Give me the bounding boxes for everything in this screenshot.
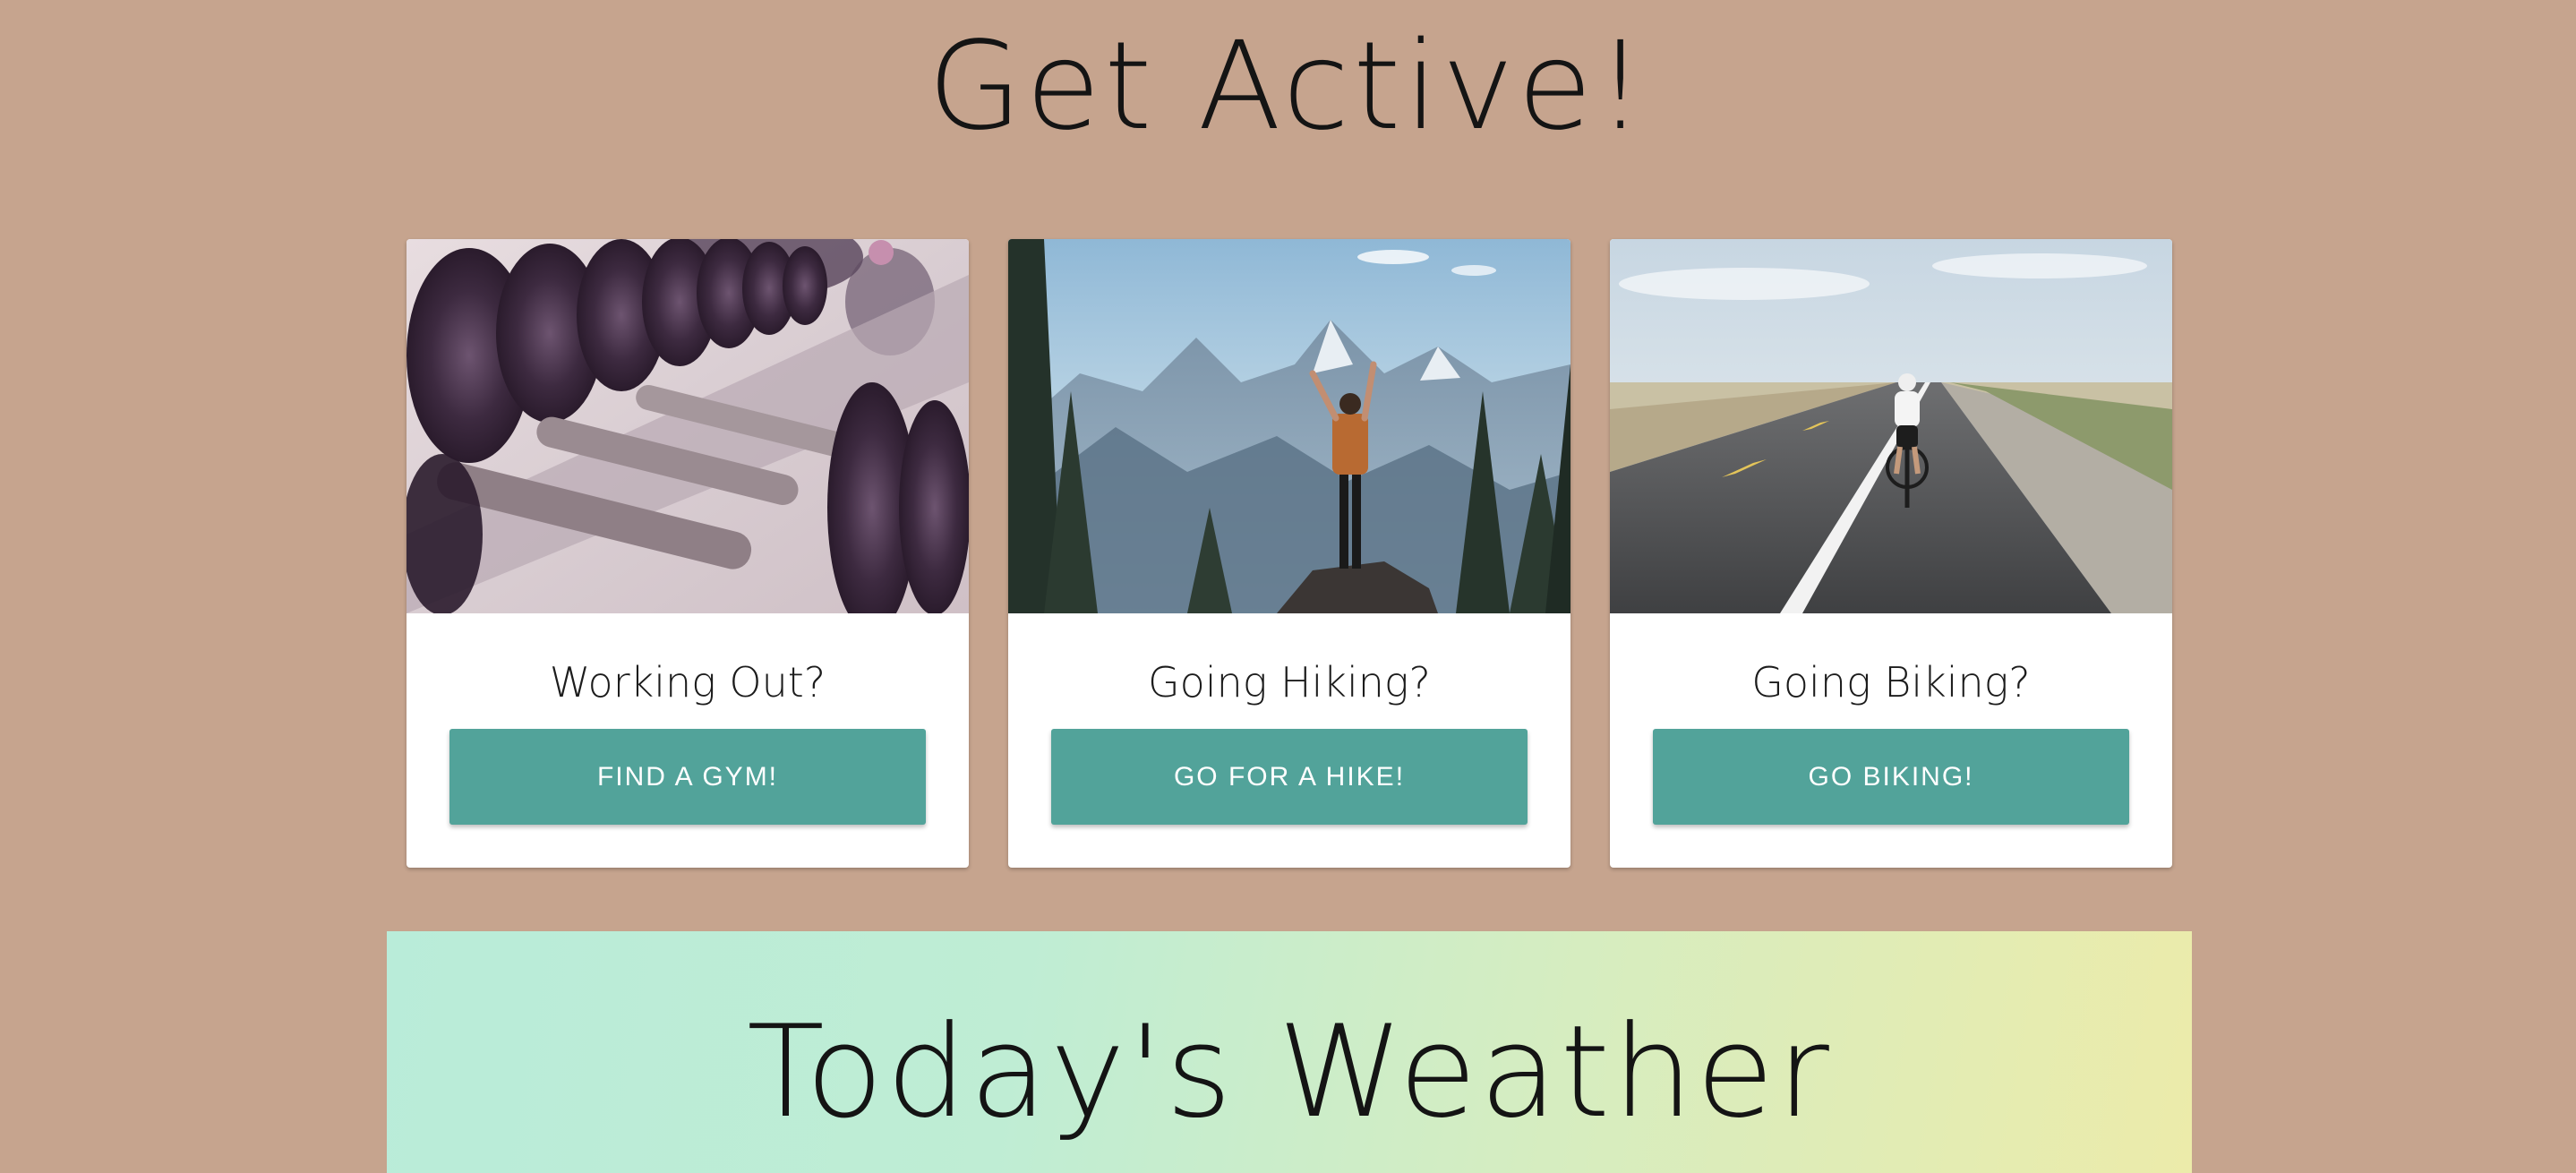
card-working-out: Working Out? FIND A GYM! [407,239,969,868]
mountain-hiker-photo [1008,239,1570,613]
dumbbell-rack-photo [407,239,969,613]
activity-cards: Working Out? FIND A GYM! Going Hiking? G… [407,239,2172,869]
card-heading: Going Biking? [1751,658,2031,706]
find-a-gym-button[interactable]: FIND A GYM! [449,729,926,825]
page-title: Get Active! [928,16,1648,158]
go-biking-button[interactable]: GO BIKING! [1653,729,2129,825]
road-cyclist-photo [1610,239,2172,613]
weather-title: Today's Weather [747,998,1832,1146]
weather-section: Today's Weather [387,931,2192,1173]
card-heading: Going Hiking? [1148,658,1431,706]
card-going-hiking: Going Hiking? GO FOR A HIKE! [1008,239,1570,868]
card-heading: Working Out? [549,658,826,706]
go-for-a-hike-button[interactable]: GO FOR A HIKE! [1051,729,1528,825]
page: Get Active! Working Out? FIND A GYM! Goi… [0,0,2576,1173]
card-going-biking: Going Biking? GO BIKING! [1610,239,2172,868]
